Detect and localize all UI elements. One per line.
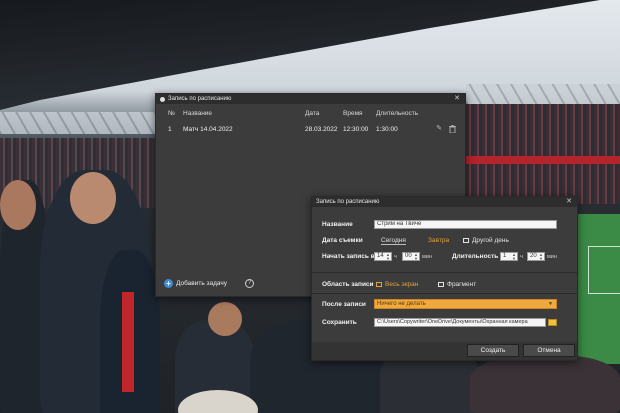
divider — [312, 272, 577, 273]
after-record-value: Ничего не делать — [377, 301, 426, 307]
row-duration: 1:30:00 — [376, 125, 398, 133]
spinner-arrows-icon: ▲ ▼ — [539, 252, 543, 261]
spinner-arrows-icon: ▲ ▼ — [414, 252, 418, 261]
date-label: Дата съемки — [322, 237, 363, 244]
trash-icon[interactable] — [448, 125, 456, 134]
title-bar: Запись по расписанию ✕ — [312, 197, 577, 207]
chevron-down-icon: ▼ — [548, 301, 553, 307]
column-header-name: Название — [183, 109, 213, 117]
stadium-banner — [466, 156, 620, 164]
window-footer: + Добавить задачу ? — [164, 279, 255, 288]
monitor-icon — [376, 281, 382, 287]
hours-unit: ч — [520, 254, 523, 260]
save-path-input[interactable]: C:\Users\Copywriter\OneDrive\Документы\О… — [374, 318, 546, 327]
fragment-icon — [438, 281, 444, 287]
save-label: Сохранить — [322, 319, 357, 326]
date-option-today[interactable]: Сегодня — [381, 237, 406, 245]
row-time: 12:30:00 — [343, 125, 369, 133]
duration-hours-spinner[interactable]: 1 ▲ ▼ — [500, 252, 518, 261]
divider — [312, 293, 577, 294]
calendar-icon — [463, 237, 469, 243]
close-icon[interactable]: ✕ — [565, 198, 573, 206]
close-icon[interactable]: ✕ — [453, 95, 461, 103]
area-option-fragment-label: Фрагмент — [447, 281, 477, 288]
start-minutes-value: 00 — [405, 253, 412, 259]
folder-icon[interactable] — [548, 319, 557, 326]
dialog-title: Запись по расписанию — [316, 199, 380, 205]
add-task-button[interactable]: + Добавить задачу — [164, 279, 227, 288]
start-row: Начать запись в — [322, 253, 375, 260]
area-option-full-label: Весь экран — [385, 281, 419, 288]
table-row[interactable]: 1 Матч 14.04.2022 28.03.2022 12:30:00 1:… — [156, 122, 465, 136]
minutes-unit: мин — [547, 254, 557, 260]
column-header-duration: Длительность — [376, 109, 419, 117]
name-input[interactable]: Стрим на Твиче — [374, 220, 557, 229]
help-icon[interactable]: ? — [245, 279, 255, 288]
after-row: После записи — [322, 301, 366, 308]
date-option-other-label: Другой день — [472, 237, 509, 244]
name-label: Название — [322, 221, 353, 228]
duration-label: Длительность — [452, 253, 499, 260]
column-header-number: № — [168, 109, 175, 117]
table-header: № Название Дата Время Длительность — [156, 104, 465, 122]
schedule-dialog: Запись по расписанию ✕ Название Стрим на… — [311, 196, 578, 361]
after-record-dropdown[interactable]: Ничего не делать ▼ — [374, 299, 557, 309]
row-name: Матч 14.04.2022 — [183, 125, 233, 133]
minutes-unit: мин — [422, 254, 432, 260]
duration-minutes-value: 20 — [530, 253, 537, 259]
area-option-fragment[interactable]: Фрагмент — [438, 281, 476, 288]
duration-minutes-spinner[interactable]: 20 ▲ ▼ — [527, 252, 545, 261]
duration-hours-value: 1 — [503, 253, 507, 259]
column-header-date: Дата — [305, 109, 320, 117]
row-number: 1 — [168, 125, 172, 133]
date-row: Дата съемки — [322, 237, 363, 244]
pencil-icon[interactable]: ✎ — [435, 125, 443, 133]
cancel-button[interactable]: Отмена — [523, 344, 575, 357]
save-row: Сохранить — [322, 319, 357, 326]
date-option-other[interactable]: Другой день — [463, 237, 509, 244]
start-minutes-spinner[interactable]: 00 ▲ ▼ — [402, 252, 420, 261]
stadium-truss — [466, 84, 620, 104]
add-task-label: Добавить задачу — [176, 280, 228, 287]
start-label: Начать запись в — [322, 253, 375, 260]
spinner-arrows-icon: ▲ ▼ — [512, 252, 516, 261]
spinner-arrows-icon: ▲ ▼ — [386, 252, 390, 261]
stadium-truss — [0, 112, 160, 134]
title-bar: Запись по расписанию ✕ — [156, 94, 465, 104]
window-title: Запись по расписанию — [168, 96, 232, 102]
start-hours-value: 14 — [377, 253, 384, 259]
row-date: 28.03.2022 — [305, 125, 338, 133]
plus-icon: + — [164, 279, 173, 288]
area-label: Область записи — [322, 281, 374, 288]
date-option-tomorrow[interactable]: Завтра — [428, 237, 449, 244]
app-icon — [160, 96, 165, 102]
after-label: После записи — [322, 301, 366, 308]
name-row: Название — [322, 221, 353, 228]
area-option-full[interactable]: Весь экран — [376, 281, 418, 288]
start-hours-spinner[interactable]: 14 ▲ ▼ — [374, 252, 392, 261]
hours-unit: ч — [394, 254, 397, 260]
column-header-time: Время — [343, 109, 363, 117]
area-row: Область записи — [322, 281, 374, 288]
create-button[interactable]: Создать — [467, 344, 519, 357]
